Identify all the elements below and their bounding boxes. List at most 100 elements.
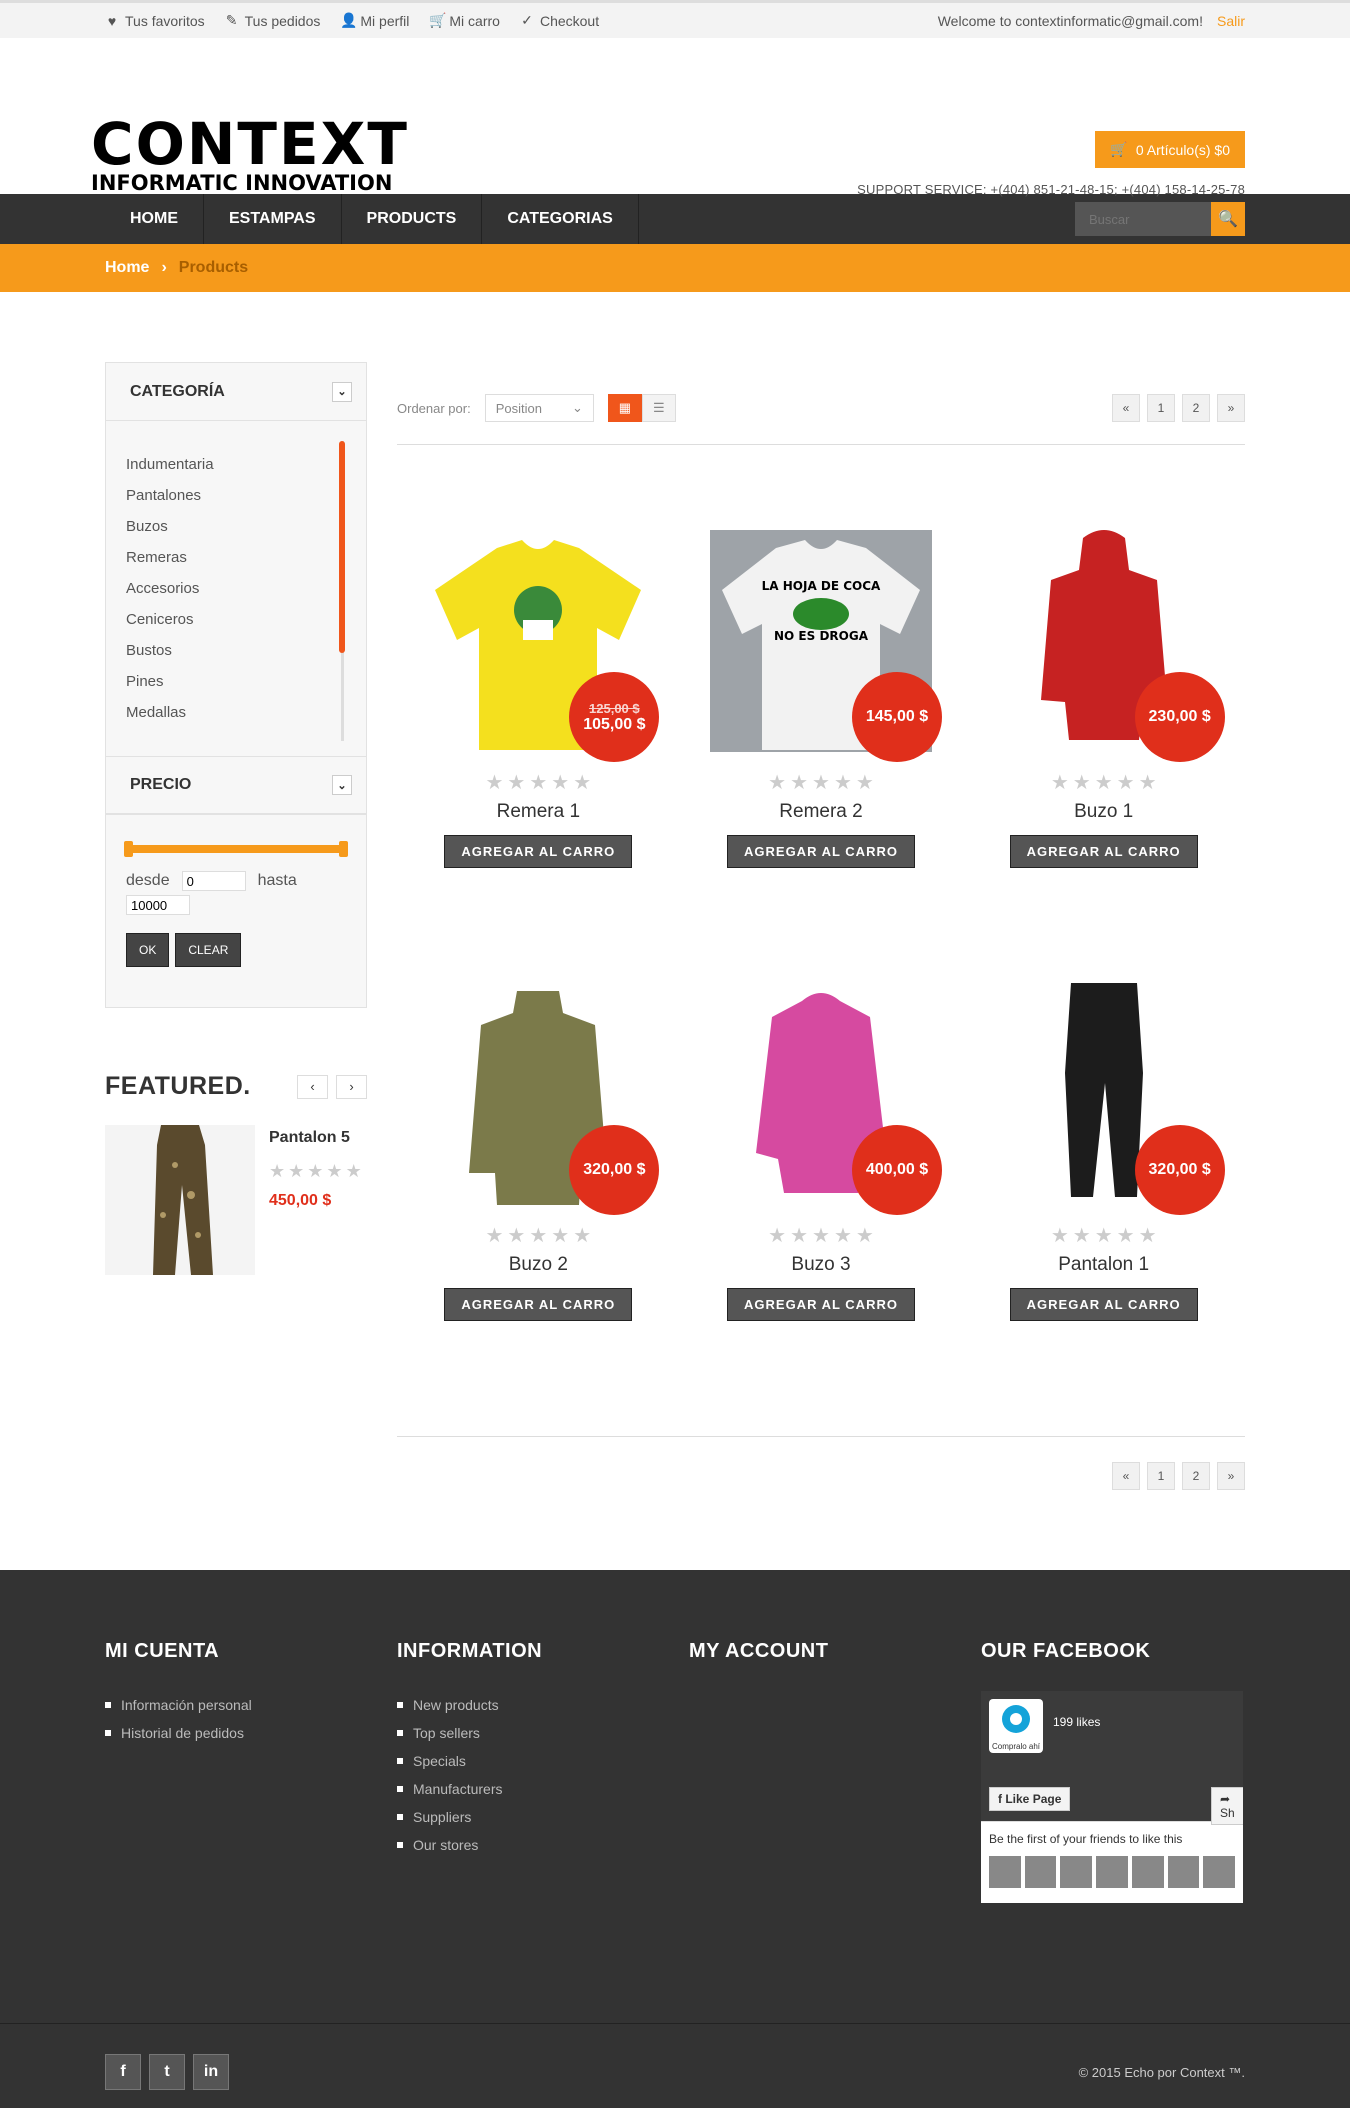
facebook-page-logo[interactable]: Compralo ahí [989,1699,1043,1753]
avatar[interactable] [1203,1856,1236,1888]
footer-bottom: f t in © 2015 Echo por Context ™. [0,2023,1350,2108]
footer-link[interactable]: Información personal [105,1691,347,1719]
category-scrollbar-thumb[interactable] [339,441,345,653]
footer-link[interactable]: Suppliers [397,1803,639,1831]
featured-prev-button[interactable]: ‹ [297,1074,328,1099]
product-image[interactable]: LA HOJA DE COCA NO ES DROGA 145,00 $ [709,530,942,762]
price-from-input[interactable] [181,871,246,891]
search-input[interactable] [1075,202,1211,236]
price-min-handle[interactable] [124,841,133,857]
price-badge: 230,00 $ [1134,672,1225,762]
nav-home[interactable]: HOME [105,194,204,244]
price-max-handle[interactable] [339,841,348,857]
nav-categorias[interactable]: CATEGORIAS [482,194,639,244]
category-accesorios[interactable]: Accesorios [126,573,348,604]
facebook-icon[interactable]: f [105,2054,141,2090]
featured-product[interactable]: Pantalon 5 ★ ★ ★ ★ ★ 450,00 $ [105,1125,367,1275]
product-image[interactable]: 320,00 $ [427,983,660,1215]
link-checkout[interactable]: ✓ Checkout [520,12,599,29]
page-1[interactable]: 1 [1147,1462,1175,1490]
product-name[interactable]: Buzo 1 [962,801,1245,823]
star-icon: ★ [507,772,526,794]
add-to-cart-button[interactable]: AGREGAR AL CARRO [444,1288,633,1321]
footer-link[interactable]: Manufacturers [397,1775,639,1803]
price-to-input[interactable] [126,895,190,915]
page-2[interactable]: 2 [1182,394,1210,422]
avatar[interactable] [1096,1856,1128,1888]
page-prev[interactable]: « [1112,1462,1140,1490]
link-orders[interactable]: ✎ Tus pedidos [225,12,321,29]
footer-link[interactable]: Specials [397,1747,639,1775]
add-to-cart-button[interactable]: AGREGAR AL CARRO [727,1288,915,1321]
link-cart[interactable]: 🛒 Mi carro [429,12,500,29]
nav-estampas[interactable]: ESTAMPAS [204,194,342,244]
price-toggle-button[interactable]: ⌄ [332,775,352,795]
linkedin-icon[interactable]: in [193,2054,229,2090]
star-icon: ★ [507,1225,526,1247]
add-to-cart-button[interactable]: AGREGAR AL CARRO [727,835,915,868]
page-next[interactable]: » [1217,394,1245,422]
sort-select[interactable]: Position ⌄ [484,394,594,422]
page-1[interactable]: 1 [1147,394,1175,422]
twitter-icon[interactable]: t [149,2054,185,2090]
facebook-widget[interactable]: Compralo ahí 199 likes f Like Page ➦ Sh … [981,1691,1243,1903]
avatar[interactable] [1024,1856,1057,1888]
product-toolbar: Ordenar por: Position ⌄ ▦ ☰ « 1 2 » [397,362,1245,445]
category-ceniceros[interactable]: Ceniceros [126,604,348,635]
add-to-cart-button[interactable]: AGREGAR AL CARRO [1009,1288,1198,1321]
breadcrumb-home[interactable]: Home [105,259,149,277]
add-to-cart-button[interactable]: AGREGAR AL CARRO [1009,835,1198,868]
featured-product-image[interactable] [105,1125,255,1275]
product-image[interactable]: 320,00 $ [992,983,1225,1215]
category-pantalones[interactable]: Pantalones [126,480,348,511]
price-badge: 400,00 $ [851,1125,942,1215]
bullet-icon [397,1842,403,1848]
logout-link[interactable]: Salir [1217,13,1245,29]
avatar[interactable] [1060,1856,1093,1888]
product-name[interactable]: Pantalon 1 [962,1254,1245,1276]
search-button[interactable]: 🔍 [1211,202,1245,236]
product-card: 400,00 $ ★ ★ ★ ★ ★ Buzo 3 AGREGAR AL CARRO [680,983,963,1436]
add-to-cart-button[interactable]: AGREGAR AL CARRO [444,835,633,868]
footer-link[interactable]: Our stores [397,1831,639,1859]
link-favorites[interactable]: ♥ Tus favoritos [105,12,205,29]
list-view-button[interactable]: ☰ [641,394,676,422]
product-image[interactable]: 230,00 $ [992,530,1225,762]
footer-link[interactable]: Top sellers [397,1719,639,1747]
category-toggle-button[interactable]: ⌄ [332,381,352,402]
cart-button[interactable]: 🛒 0 Artículo(s) $0 [1095,131,1245,168]
product-name[interactable]: Remera 1 [397,801,680,823]
facebook-share-button[interactable]: ➦ Sh [1211,1787,1243,1825]
product-image[interactable]: 125,00 $ 105,00 $ [427,530,660,762]
category-medallas[interactable]: Medallas [126,697,348,728]
featured-next-button[interactable]: › [336,1074,367,1099]
featured-product-name[interactable]: Pantalon 5 [269,1129,362,1147]
footer-link[interactable]: Historial de pedidos [105,1719,347,1747]
category-bustos[interactable]: Bustos [126,635,348,666]
category-remeras[interactable]: Remeras [126,542,348,573]
price-range-slider[interactable] [124,841,348,857]
list-icon: ☰ [653,400,665,415]
page-next[interactable]: » [1217,1462,1245,1490]
footer-link[interactable]: New products [397,1691,639,1719]
product-image[interactable]: 400,00 $ [709,983,942,1215]
price-clear-button[interactable]: CLEAR [175,933,242,967]
avatar[interactable] [989,1856,1021,1888]
nav-products[interactable]: PRODUCTS [342,194,483,244]
support-info: SUPPORT SERVICE: +(404) 851-21-48-15; +(… [857,182,1245,197]
facebook-like-button[interactable]: f Like Page [989,1787,1071,1811]
category-pines[interactable]: Pines [126,666,348,697]
product-name[interactable]: Buzo 3 [680,1254,963,1276]
price-ok-button[interactable]: OK [126,933,170,967]
product-name[interactable]: Buzo 2 [397,1254,680,1276]
avatar[interactable] [1131,1856,1164,1888]
category-buzos[interactable]: Buzos [126,511,348,542]
link-profile[interactable]: 👤 Mi perfil [340,12,409,29]
page-2[interactable]: 2 [1182,1462,1210,1490]
grid-view-button[interactable]: ▦ [607,394,642,422]
page-prev[interactable]: « [1112,394,1140,422]
avatar[interactable] [1167,1856,1200,1888]
product-name[interactable]: Remera 2 [680,801,963,823]
logo[interactable]: CONTEXT INFORMATIC INNOVATION [91,115,409,195]
category-indumentaria[interactable]: Indumentaria [126,449,348,480]
